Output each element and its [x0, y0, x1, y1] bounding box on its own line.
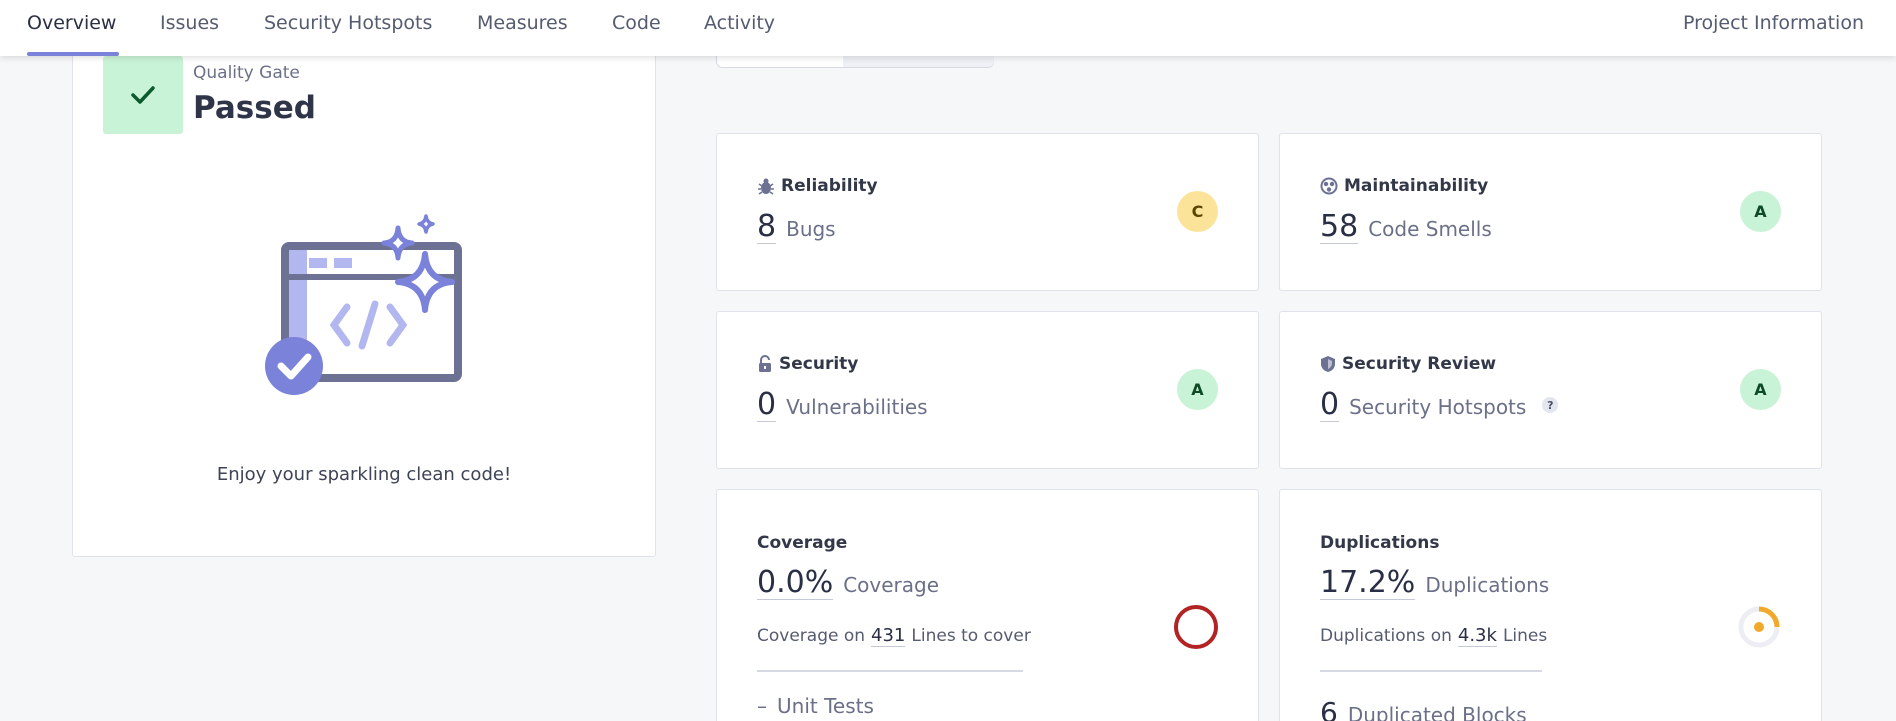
security-title: Security: [757, 354, 858, 374]
project-nav: Overview Issues Security Hotspots Measur…: [0, 0, 1896, 56]
tab-overview[interactable]: Overview: [27, 12, 116, 34]
reliability-card: Reliability 8 Bugs C: [716, 133, 1259, 291]
coverage-card: Coverage 0.0% Coverage Coverage on 431 L…: [716, 489, 1259, 721]
unit-tests-label: Unit Tests: [777, 694, 874, 718]
maintainability-metric: 58 Code Smells: [1320, 210, 1492, 244]
security-review-card: Security Review 0 Security Hotspots ? A: [1279, 311, 1822, 469]
duplicated-blocks-label: Duplicated Blocks: [1347, 703, 1527, 721]
duplications-sub-suffix: Lines: [1502, 626, 1548, 646]
quality-gate-status: Passed: [193, 90, 316, 126]
clean-code-illustration: [265, 214, 462, 395]
coverage-metric: 0.0% Coverage: [757, 566, 939, 600]
quality-gate-message: Enjoy your sparkling clean code!: [216, 464, 512, 485]
unit-tests-dash: –: [757, 694, 767, 718]
duplications-metric: 17.2% Duplications: [1320, 566, 1549, 600]
maintainability-title: Maintainability: [1320, 176, 1488, 196]
maintainability-card: Maintainability 58 Code Smells A: [1279, 133, 1822, 291]
duplicated-blocks: 6 Duplicated Blocks: [1320, 696, 1527, 721]
security-review-title: Security Review: [1320, 354, 1496, 374]
security-hotspots-count[interactable]: 0: [1320, 388, 1340, 422]
coverage-sub-suffix: Lines to cover: [911, 626, 1031, 646]
duplicated-blocks-count[interactable]: 6: [1320, 696, 1338, 721]
coverage-divider: [757, 670, 1023, 672]
security-review-metric: 0 Security Hotspots ?: [1320, 388, 1559, 422]
coverage-value[interactable]: 0.0%: [757, 566, 834, 600]
duplications-label: Duplications: [1425, 573, 1550, 597]
security-card: Security 0 Vulnerabilities A: [716, 311, 1259, 469]
duplications-sub: Duplications on 4.3k Lines: [1320, 625, 1547, 647]
duplications-sub-prefix: Duplications on: [1320, 626, 1452, 646]
security-metric: 0 Vulnerabilities: [757, 388, 928, 422]
security-review-rating[interactable]: A: [1740, 369, 1781, 410]
tab-code[interactable]: Code: [612, 12, 661, 34]
help-icon[interactable]: ?: [1542, 397, 1559, 413]
reliability-label: Reliability: [781, 176, 878, 196]
bugs-label: Bugs: [786, 217, 836, 241]
duplications-card: Duplications 17.2% Duplications Duplicat…: [1279, 489, 1822, 721]
active-tab-indicator: [27, 52, 119, 56]
coverage-label: Coverage: [843, 573, 940, 597]
bug-icon: [758, 178, 774, 195]
shield-icon: [1321, 356, 1335, 372]
quality-gate-badge: [103, 56, 183, 134]
bugs-count[interactable]: 8: [757, 210, 777, 244]
smell-icon: [1320, 177, 1338, 195]
project-information-link[interactable]: Project Information: [1683, 12, 1864, 34]
duplications-value[interactable]: 17.2%: [1320, 566, 1416, 600]
tab-activity[interactable]: Activity: [704, 12, 775, 34]
coverage-sub: Coverage on 431 Lines to cover: [757, 625, 1031, 647]
security-hotspots-label: Security Hotspots: [1349, 395, 1527, 419]
lock-icon: [759, 355, 771, 372]
coverage-ring-icon: [1174, 605, 1218, 649]
vulnerabilities-label: Vulnerabilities: [786, 395, 928, 419]
unit-tests: – Unit Tests: [757, 694, 874, 718]
duplications-divider: [1320, 670, 1542, 672]
coverage-title: Coverage: [757, 533, 848, 553]
duplicated-lines-count[interactable]: 4.3k: [1457, 625, 1497, 647]
security-label: Security: [779, 354, 859, 374]
security-rating[interactable]: A: [1177, 369, 1218, 410]
reliability-rating[interactable]: C: [1177, 191, 1218, 232]
lines-to-cover-count[interactable]: 431: [871, 625, 906, 647]
reliability-metric: 8 Bugs: [757, 210, 836, 244]
code-smells-label: Code Smells: [1368, 217, 1492, 241]
check-icon: [131, 86, 155, 104]
tab-security-hotspots[interactable]: Security Hotspots: [264, 12, 432, 34]
vulnerabilities-count[interactable]: 0: [757, 388, 777, 422]
maintainability-label: Maintainability: [1344, 176, 1489, 196]
code-smells-count[interactable]: 58: [1320, 210, 1359, 244]
duplications-ring-icon: [1738, 606, 1780, 648]
reliability-title: Reliability: [757, 176, 878, 196]
quality-gate-label: Quality Gate: [193, 63, 300, 83]
maintainability-rating[interactable]: A: [1740, 191, 1781, 232]
tab-issues[interactable]: Issues: [160, 12, 219, 34]
duplications-title: Duplications: [1320, 533, 1440, 553]
security-review-label: Security Review: [1342, 354, 1497, 374]
coverage-sub-prefix: Coverage on: [757, 626, 866, 646]
tab-measures[interactable]: Measures: [477, 12, 568, 34]
